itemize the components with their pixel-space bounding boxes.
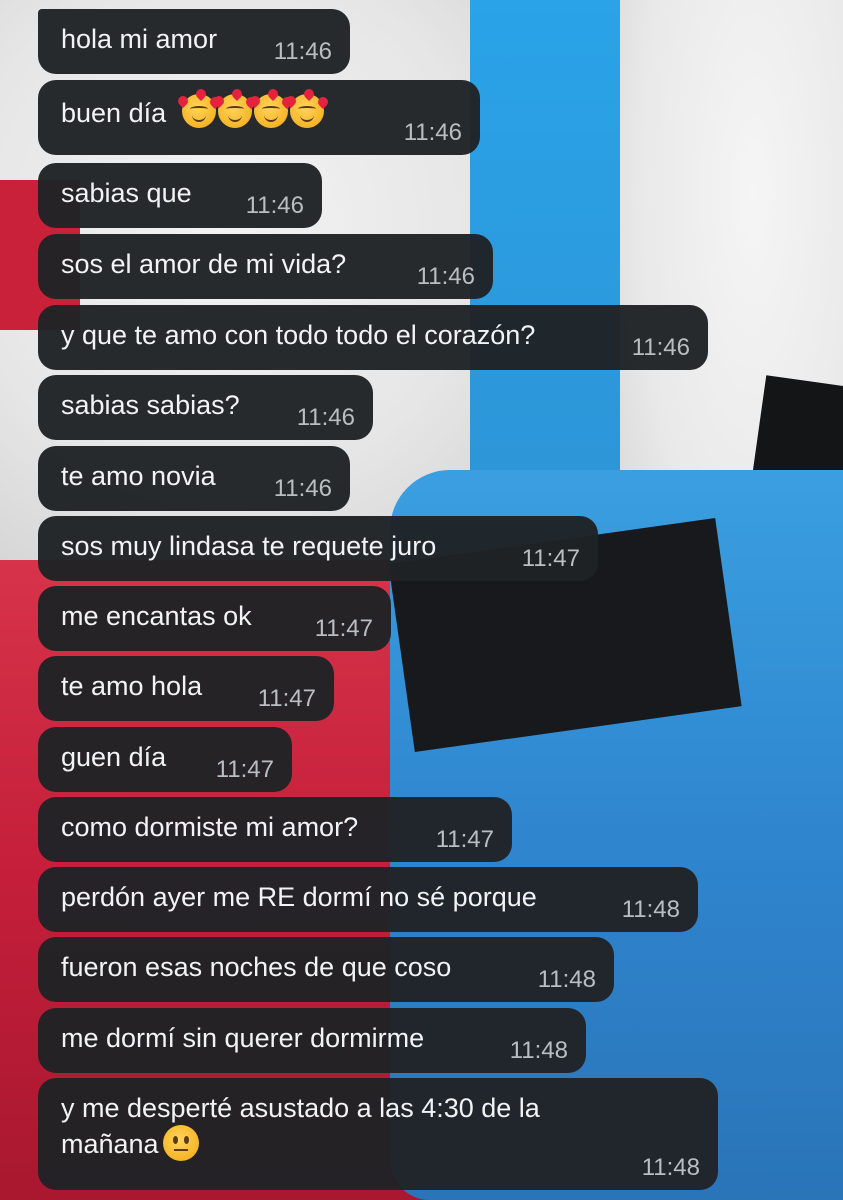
message-time: 11:48 [641, 1154, 700, 1181]
message-text: sos el amor de mi vida? [61, 249, 347, 279]
message-bubble[interactable]: me encantas ok 11:47 [38, 586, 391, 651]
message-time: 11:46 [296, 404, 355, 431]
message-text: y que te amo con todo todo el corazón? [61, 320, 536, 350]
message-bubble[interactable]: sabias que 11:46 [38, 163, 322, 228]
message-bubble[interactable]: y me desperté asustado a las 4:30 de la … [38, 1078, 718, 1190]
message-text: fueron esas noches de que coso [61, 952, 452, 982]
chat-message-list[interactable]: hola mi amor 11:46 buen día 11:46 sabias… [0, 0, 843, 1200]
message-bubble[interactable]: buen día 11:46 [38, 80, 480, 155]
message-bubble[interactable]: como dormiste mi amor? 11:47 [38, 797, 512, 862]
message-time: 11:48 [509, 1037, 568, 1064]
message-time: 11:48 [537, 966, 596, 993]
message-time: 11:47 [215, 756, 274, 783]
message-text: sabias sabias? [61, 390, 240, 420]
message-time: 11:46 [631, 334, 690, 361]
message-text: y me desperté asustado a las 4:30 de la … [61, 1093, 540, 1161]
message-time: 11:47 [314, 615, 373, 642]
message-text: sos muy lindasa te requete juro [61, 531, 437, 561]
message-text: perdón ayer me RE dormí no sé porque [61, 882, 537, 912]
message-bubble[interactable]: y que te amo con todo todo el corazón? 1… [38, 305, 708, 370]
message-bubble[interactable]: te amo hola 11:47 [38, 656, 334, 721]
message-text: hola mi amor [61, 24, 218, 54]
message-time: 11:48 [621, 896, 680, 923]
message-text: me encantas ok [61, 601, 252, 631]
message-text: te amo novia [61, 461, 216, 491]
message-bubble[interactable]: te amo novia 11:46 [38, 446, 350, 511]
message-text: me dormí sin querer dormirme [61, 1023, 425, 1053]
message-time: 11:47 [435, 826, 494, 853]
message-time: 11:46 [245, 192, 304, 219]
message-bubble[interactable]: guen día 11:47 [38, 727, 292, 792]
message-time: 11:46 [273, 475, 332, 502]
message-text: guen día [61, 742, 167, 772]
message-text: sabias que [61, 178, 192, 208]
neutral-face-icon [162, 1125, 199, 1161]
message-bubble[interactable]: fueron esas noches de que coso 11:48 [38, 937, 614, 1002]
message-text: buen día [61, 98, 167, 128]
message-time: 11:46 [416, 263, 475, 290]
message-bubble[interactable]: sos el amor de mi vida? 11:46 [38, 234, 493, 299]
message-time: 11:46 [403, 119, 462, 146]
message-bubble[interactable]: perdón ayer me RE dormí no sé porque 11:… [38, 867, 698, 932]
message-text: como dormiste mi amor? [61, 812, 359, 842]
message-time: 11:47 [257, 685, 316, 712]
message-text: te amo hola [61, 671, 203, 701]
message-bubble[interactable]: hola mi amor 11:46 [38, 9, 350, 74]
message-bubble[interactable]: me dormí sin querer dormirme 11:48 [38, 1008, 586, 1073]
message-bubble[interactable]: sos muy lindasa te requete juro 11:47 [38, 516, 598, 581]
message-bubble[interactable]: sabias sabias? 11:46 [38, 375, 373, 440]
message-time: 11:46 [273, 38, 332, 65]
message-time: 11:47 [521, 545, 580, 572]
smiling-face-with-hearts-icon [175, 86, 330, 128]
